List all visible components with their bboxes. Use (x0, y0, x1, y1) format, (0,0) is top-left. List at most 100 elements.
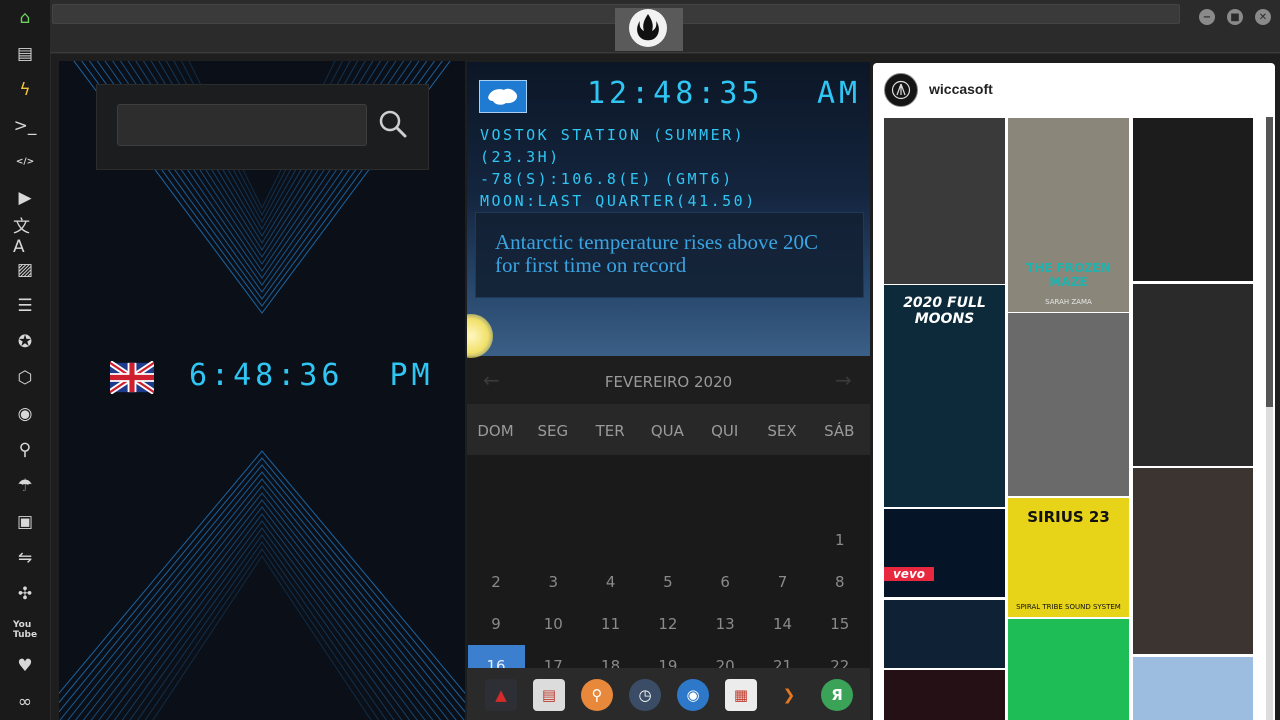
globe-icon[interactable]: ◉ (13, 402, 37, 426)
expand-icon[interactable]: ✣ (13, 582, 37, 606)
calendar-day[interactable]: 8 (811, 561, 868, 603)
photo-woman-dress[interactable] (1008, 313, 1129, 496)
feed-scroll-thumb[interactable] (1266, 117, 1273, 407)
calendar-day[interactable]: 5 (639, 561, 696, 603)
calendar-day[interactable]: 14 (754, 603, 811, 645)
calendar-day[interactable]: 6 (697, 561, 754, 603)
calendar-day[interactable]: 3 (525, 561, 582, 603)
calendar-day[interactable]: 10 (525, 603, 582, 645)
search-dock-icon[interactable]: ⚲ (581, 679, 613, 711)
app-dock: ▲ ▤ ⚲ ◷ ◉ ▦ ❯ Я (467, 668, 870, 720)
photo-woman-coat[interactable] (884, 118, 1005, 284)
antarctica-flag-icon (479, 80, 527, 113)
news-headline[interactable]: Antarctic temperature rises above 20C fo… (495, 231, 840, 277)
book-cover-frozen-maze[interactable]: THE FROZEN MAZE SARAH ZAMA (1008, 118, 1129, 312)
link-icon[interactable]: ⇋ (13, 546, 37, 570)
minimize-icon: − (1202, 11, 1212, 23)
next-month-button[interactable]: → (835, 368, 852, 392)
feed-panel: wiccasoft THE FROZEN MAZE SARAH ZAMA 2020 … (873, 63, 1275, 720)
photo-woman-throne[interactable] (1133, 284, 1253, 466)
calendar-day[interactable]: 2 (468, 561, 525, 603)
uk-time: 6:48:36 (189, 358, 344, 393)
search-icon[interactable]: ⚲ (13, 438, 37, 462)
home-icon[interactable]: ⌂ (13, 6, 37, 30)
calendar-day[interactable]: 12 (639, 603, 696, 645)
station-name: VOSTOK STATION (SUMMER) (480, 126, 746, 144)
minimize-button[interactable]: − (1199, 9, 1215, 25)
close-icon: ✕ (1258, 11, 1268, 23)
full-moons-poster-title: 2020 FULL MOONS (903, 295, 986, 327)
maximize-button[interactable]: ■ (1227, 9, 1243, 25)
rebel-alliance-tab-icon (629, 9, 667, 47)
yandex-dock-icon[interactable]: Я (821, 679, 853, 711)
world-clock-panel: 6:48:36 PM (59, 61, 465, 720)
antarctica-time: 12:48:35 (587, 76, 764, 111)
book-cover-frozen-maze-subtitle: SARAH ZAMA (1045, 298, 1092, 306)
image-icon[interactable]: ▨ (13, 258, 37, 282)
heart-icon[interactable]: ♥ (13, 654, 37, 678)
stage-photo[interactable] (884, 670, 1005, 720)
calendar-day[interactable]: 11 (582, 603, 639, 645)
news-card[interactable]: Antarctic temperature rises above 20C fo… (475, 212, 864, 298)
translate-icon[interactable]: 文A (13, 217, 37, 257)
feed-scrollbar[interactable] (1266, 117, 1273, 720)
weekday-label: DOM (477, 422, 514, 440)
lightning-icon[interactable]: ϟ (13, 78, 37, 102)
rebel-alliance-icon[interactable]: ✪ (13, 330, 37, 354)
sirius-23-poster-title: SIRIUS 23 (1027, 508, 1110, 526)
contacts-icon[interactable]: ▣ (13, 510, 37, 534)
weekday-label: QUI (711, 422, 739, 440)
uk-ampm: PM (389, 358, 434, 393)
hexagon-icon[interactable]: ⬡ (13, 366, 37, 390)
arrow-dock-icon[interactable]: ❯ (773, 679, 805, 711)
station-daylight: (23.3H) (480, 148, 561, 166)
infinity-icon[interactable]: ∞ (13, 690, 37, 714)
book-cover-frozen-maze-title: THE FROZEN MAZE (1025, 261, 1112, 289)
red-app-dock-icon[interactable]: ▲ (485, 679, 517, 711)
weekday-header: DOM SEG TER QUA QUI SEX SÁB (467, 404, 870, 455)
calendar-day[interactable]: 1 (811, 519, 868, 561)
concert-photo[interactable] (884, 600, 1005, 668)
vevo-video[interactable]: vevo (884, 509, 1005, 597)
calendar-day[interactable]: 13 (697, 603, 754, 645)
youtube-icon[interactable]: You Tube (13, 618, 37, 642)
newspaper-icon[interactable]: ☰ (13, 294, 37, 318)
uk-clock: 6:48:36 PM (189, 358, 434, 393)
umbrella-icon[interactable]: ☂ (13, 474, 37, 498)
calendar-day[interactable]: 15 (811, 603, 868, 645)
weekday-label: TER (595, 422, 625, 440)
full-moons-poster[interactable]: 2020 FULL MOONS (884, 285, 1005, 507)
photo-woman-fur[interactable] (1133, 468, 1253, 654)
search-input[interactable] (117, 104, 367, 146)
sirius-23-poster-subtitle: SPIRAL TRIBE SOUND SYSTEM (1016, 603, 1121, 611)
antarctica-panel: 12:48:35 AM VOSTOK STATION (SUMMER) (23.… (467, 62, 870, 720)
close-button[interactable]: ✕ (1255, 9, 1271, 25)
calendar-dock-icon[interactable]: ▦ (725, 679, 757, 711)
sirius-23-poster[interactable]: SIRIUS 23 SPIRAL TRIBE SOUND SYSTEM (1008, 498, 1129, 617)
church-photo[interactable] (1133, 657, 1253, 720)
code-icon[interactable]: </> (13, 150, 37, 174)
photo-woman-tuxedo[interactable] (1133, 118, 1253, 281)
calendar-month-label: FEVEREIRO 2020 (604, 373, 733, 391)
moon-phase: MOON:LAST QUARTER(41.50) (480, 192, 757, 210)
vevo-video-title: vevo (884, 567, 934, 581)
calendar-day[interactable]: 9 (468, 603, 525, 645)
clock-dock-icon[interactable]: ◷ (629, 679, 661, 711)
document-icon[interactable]: ▤ (13, 42, 37, 66)
terminal-icon[interactable]: >_ (13, 114, 37, 138)
search-button[interactable] (377, 107, 409, 141)
sidebar: ⌂ ▤ ϟ >_ </> ▶ 文A ▨ ☰ ✪ ⬡ ◉ ⚲ ☂ ▣ ⇋ ✣ You Tube ♥ ∞ (0, 0, 51, 720)
calendar-day[interactable]: 7 (754, 561, 811, 603)
green-poster[interactable] (1008, 619, 1129, 720)
profile-username[interactable]: wiccasoft (929, 81, 993, 97)
news-dock-icon[interactable]: ▤ (533, 679, 565, 711)
antarctica-ampm: AM (817, 76, 862, 111)
profile-logo-icon (891, 80, 911, 100)
avatar[interactable] (884, 73, 918, 107)
title-divider (50, 52, 1280, 53)
play-icon[interactable]: ▶ (13, 186, 37, 210)
weekday-label: SÁB (824, 422, 855, 440)
calendar-day[interactable]: 4 (582, 561, 639, 603)
station-coordinates: -78(S):106.8(E) (GMT6) (480, 170, 734, 188)
globe-dock-icon[interactable]: ◉ (677, 679, 709, 711)
